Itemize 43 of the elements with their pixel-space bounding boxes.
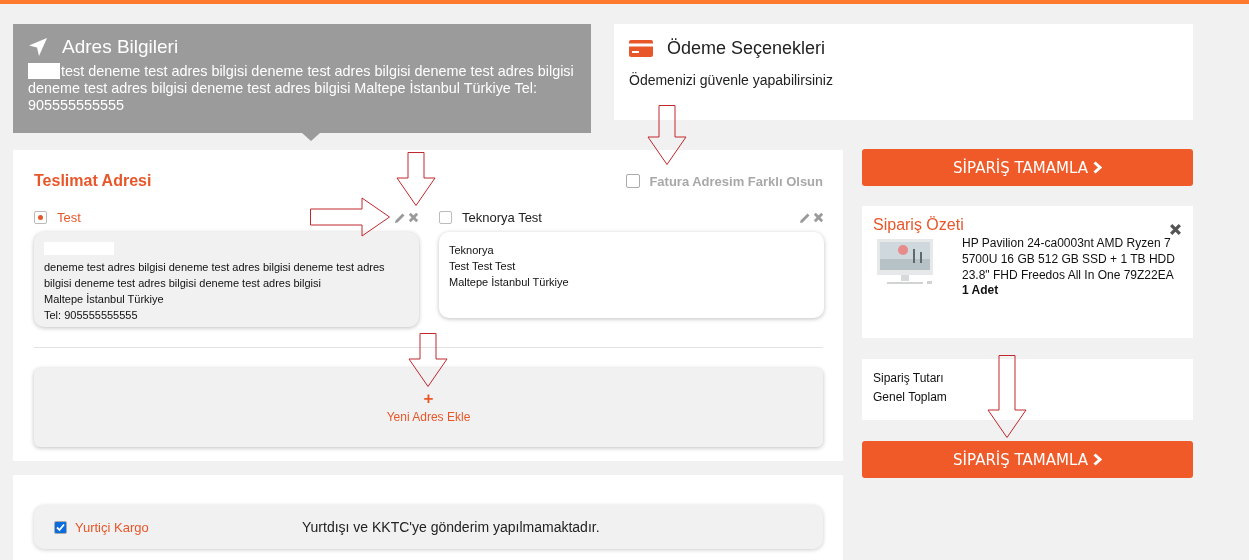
add-address-button[interactable]: + Yeni Adres Ekle bbox=[34, 368, 823, 447]
payment-subtitle: Ödemenizi güvenle yapabilirsiniz bbox=[629, 72, 833, 88]
summary-title: Sipariş Özeti bbox=[873, 216, 964, 234]
chevron-icon bbox=[1092, 453, 1102, 466]
address-option[interactable]: Teknorya Test bbox=[439, 210, 542, 225]
shipping-note: Yurtdışı ve KKTC'ye gönderim yapılmamaktadır. bbox=[302, 519, 601, 535]
checkbox[interactable] bbox=[54, 520, 67, 534]
address-line: Maltepe İstanbul Türkiye bbox=[449, 275, 570, 290]
product-name: HP Pavilion 24-ca0003nt AMD Ryzen 7 5700U 16 GB 512 GB SSD + 1 TB HDD 23.8" FHD Freedos All In One 79Z22EA bbox=[962, 235, 1176, 283]
address-card[interactable]: deneme test adres bilgisi deneme test adres bilgisi deneme test adres bilgisi deneme test adres bilgisi deneme test adres bilgisi Maltepe İstanbul Türkiye Tel: 905555555555 bbox=[34, 232, 419, 327]
chevron-icon bbox=[1092, 161, 1102, 174]
address-line: Maltepe İstanbul Türkiye bbox=[44, 292, 165, 307]
address-line: deneme test adres bilgisi deneme test adres bilgisi deneme test adres bilgisi deneme test adres bilgisi deneme test adres bilgisi bbox=[44, 260, 386, 291]
checkbox[interactable] bbox=[626, 174, 641, 188]
address-name: Teknorya Test bbox=[462, 210, 542, 225]
address-name: Test bbox=[57, 210, 81, 225]
address-line: Teknorya bbox=[449, 243, 495, 258]
annotation-arrow bbox=[647, 105, 687, 165]
panel-title: Adres Bilgileri bbox=[62, 36, 179, 58]
total-label: Sipariş Tutarı bbox=[873, 371, 945, 385]
total-label: Genel Toplam bbox=[873, 390, 948, 404]
complete-order-button[interactable]: SİPARİŞ TAMAMLA bbox=[862, 441, 1193, 478]
address-card[interactable]: Teknorya Test Test Test Maltepe İstanbul Türkiye bbox=[439, 232, 824, 318]
plus-icon: + bbox=[423, 391, 434, 406]
address-line: Test Test Test bbox=[449, 259, 517, 274]
edit-icon[interactable] bbox=[394, 211, 406, 224]
close-icon[interactable] bbox=[1169, 223, 1182, 236]
address-line: Tel: 905555555555 bbox=[44, 308, 139, 323]
navigation-arrow-icon bbox=[28, 37, 48, 57]
address-text: test deneme test adres bilgisi deneme test adres bilgisi deneme test adres bilgisi deneme test adres bilgisi deneme test adres bilgisi Maltepe İstanbul Türkiye Tel: 905555555555 bbox=[28, 63, 575, 114]
address-select-box[interactable] bbox=[439, 211, 452, 224]
shipping-name: Yurtiçi Kargo bbox=[75, 519, 149, 535]
annotation-arrow bbox=[396, 152, 436, 206]
section-title: Teslimat Adresi bbox=[34, 172, 152, 190]
product-quantity: 1 Adet bbox=[962, 283, 1000, 297]
payment-title: Ödeme Seçenekleri bbox=[667, 38, 826, 59]
credit-card-icon bbox=[629, 40, 653, 57]
shipping-option[interactable]: Yurtiçi Kargo bbox=[54, 519, 302, 535]
annotation-arrow bbox=[408, 333, 448, 387]
address-select-box[interactable] bbox=[34, 211, 47, 224]
complete-order-button[interactable]: SİPARİŞ TAMAMLA bbox=[862, 149, 1193, 186]
address-option[interactable]: Test bbox=[34, 210, 81, 225]
edit-icon[interactable] bbox=[799, 211, 811, 224]
